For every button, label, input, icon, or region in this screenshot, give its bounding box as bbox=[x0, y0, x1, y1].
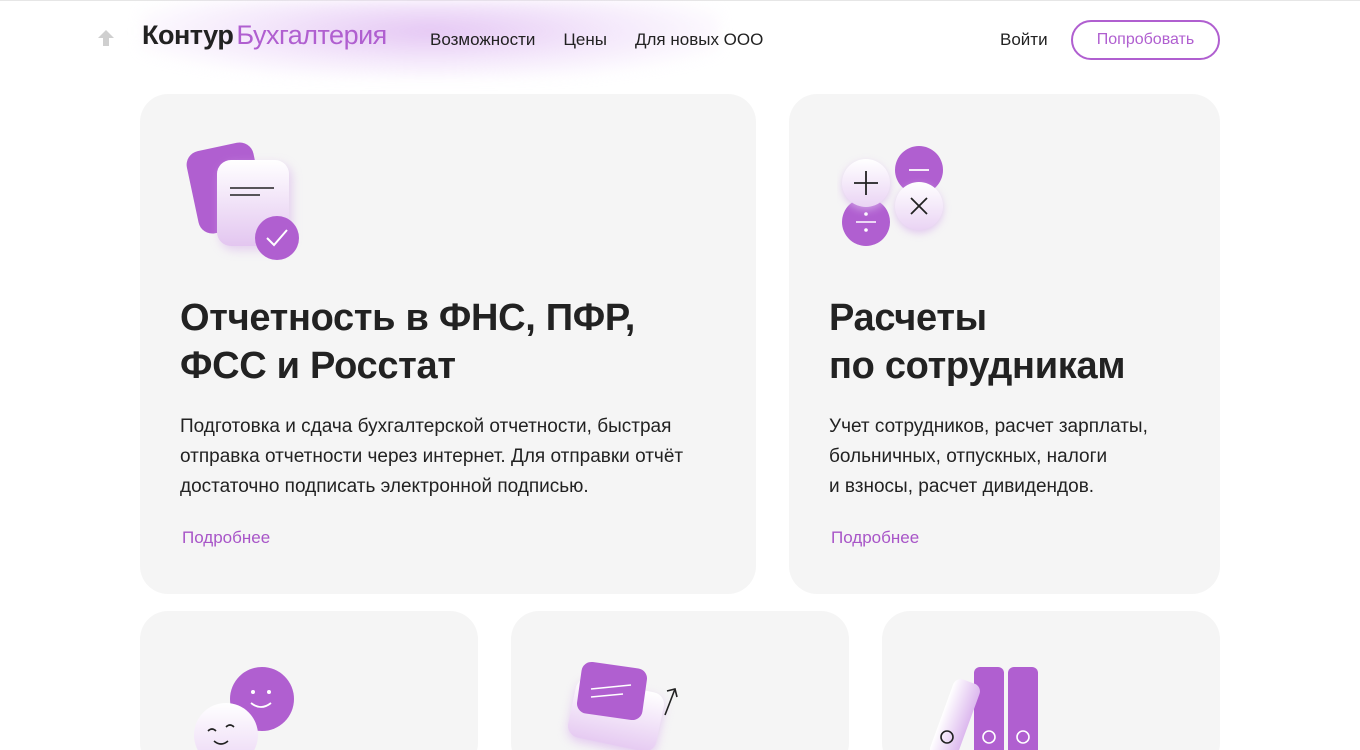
logo-product: Бухгалтерия bbox=[236, 20, 387, 50]
logo-brand: Контур bbox=[142, 20, 234, 50]
card-description: Подготовка и сдача бухгалтерской отчетно… bbox=[180, 416, 684, 497]
card-bottom-1 bbox=[140, 611, 478, 750]
arrow-up-icon[interactable] bbox=[96, 28, 116, 48]
card-reporting: Отчетность в ФНС, ПФР, ФСС и Росстат Под… bbox=[140, 94, 756, 594]
card-title: Расчеты по сотрудникам bbox=[829, 297, 1126, 387]
nav-features[interactable]: Возможности bbox=[430, 30, 535, 50]
main-nav: Возможности Цены Для новых ООО bbox=[430, 30, 763, 50]
more-link[interactable]: Подробнее bbox=[182, 528, 270, 548]
math-operations-icon bbox=[842, 146, 943, 246]
try-button[interactable]: Попробовать bbox=[1071, 20, 1220, 60]
card-bottom-2 bbox=[511, 611, 849, 750]
site-header: Контур Бухгалтерия Возможности Цены Для … bbox=[0, 0, 1360, 80]
login-link[interactable]: Войти bbox=[1000, 30, 1048, 50]
logo[interactable]: Контур Бухгалтерия bbox=[142, 20, 387, 51]
binders-icon bbox=[930, 667, 1038, 750]
document-check-icon bbox=[186, 142, 299, 260]
envelope-arrow-icon bbox=[567, 661, 678, 750]
nav-prices[interactable]: Цены bbox=[563, 30, 607, 50]
card-bottom-3 bbox=[882, 611, 1220, 750]
page: Контур Бухгалтерия Возможности Цены Для … bbox=[0, 0, 1360, 750]
smiley-faces-icon bbox=[194, 667, 294, 750]
card-title: Отчетность в ФНС, ПФР, ФСС и Росстат bbox=[180, 297, 635, 387]
nav-new-llc[interactable]: Для новых ООО bbox=[635, 30, 763, 50]
more-link[interactable]: Подробнее bbox=[831, 528, 919, 548]
card-employees: Расчеты по сотрудникам Учет сотрудников,… bbox=[789, 94, 1220, 594]
card-description: Учет сотрудников, расчет зарплаты, больн… bbox=[829, 416, 1148, 497]
